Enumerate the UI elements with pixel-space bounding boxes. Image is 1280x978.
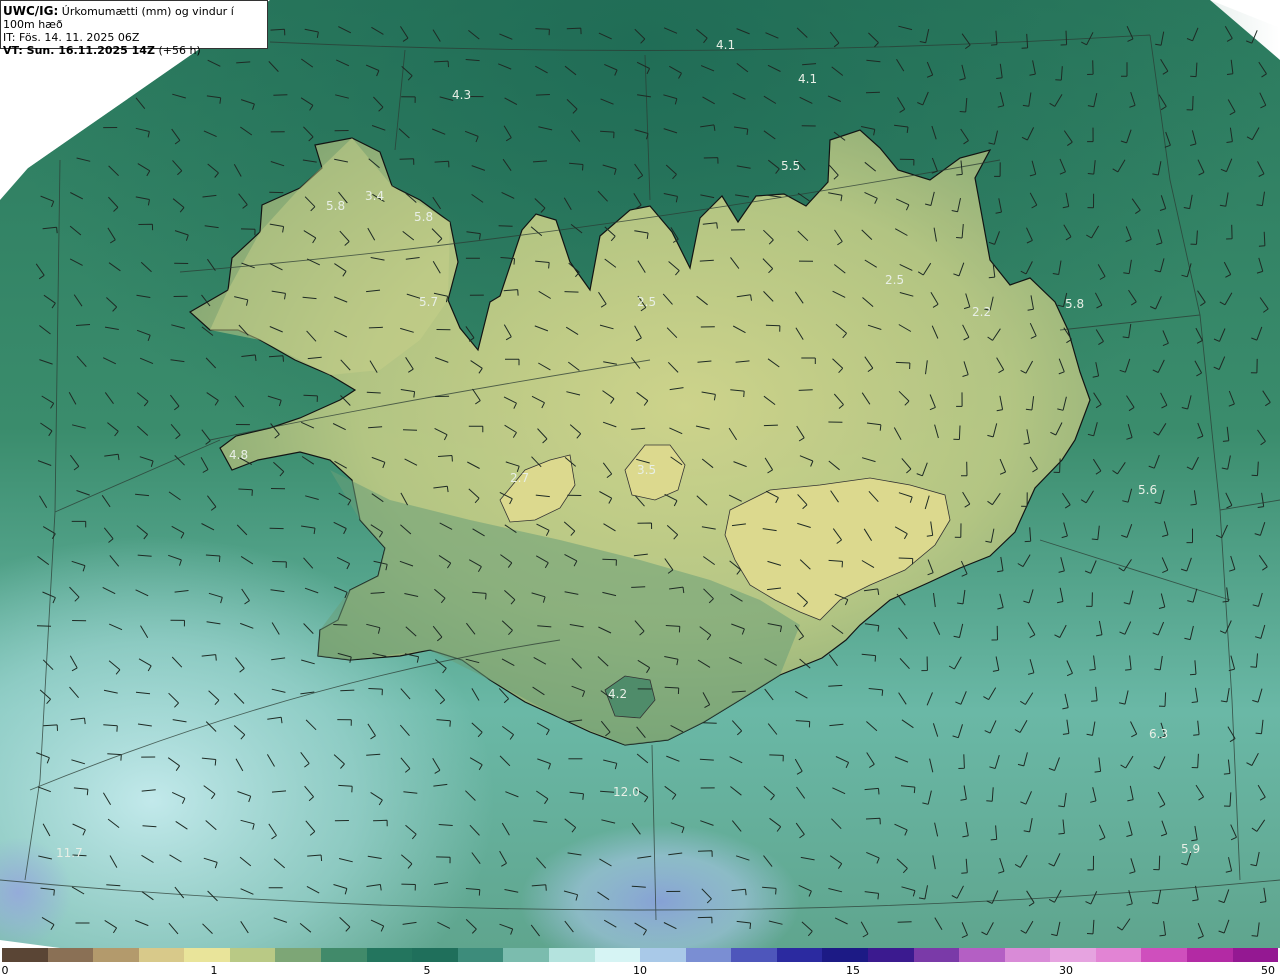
forecast-offset: (+56 h) (158, 44, 201, 57)
value-label: 2.5 (637, 295, 656, 309)
valid-time: VT: Sun. 16.11.2025 14Z (+56 h) (3, 44, 267, 57)
colorbar-swatch (229, 948, 276, 962)
value-label: 5.8 (326, 199, 345, 213)
colorbar-strip (2, 948, 1279, 962)
colorbar-swatch (959, 948, 1005, 962)
colorbar-tick: 30 (1059, 964, 1073, 977)
value-label: 3.5 (637, 463, 656, 477)
colorbar-swatch (594, 948, 641, 962)
wind-barb (865, 91, 880, 94)
wind-barb (402, 429, 418, 431)
value-label: 4.8 (229, 448, 248, 462)
wind-barb (368, 326, 383, 329)
colorbar-swatch (822, 948, 868, 962)
wind-barb (763, 424, 778, 427)
value-label: 2.5 (885, 273, 904, 287)
value-label: 5.9 (1181, 842, 1200, 856)
colorbar-swatch (366, 948, 413, 962)
map-header: UWC/IG: Úrkomumætti (mm) og vindur í 100… (0, 0, 268, 57)
valid-time-text: VT: Sun. 16.11.2025 14Z (3, 44, 155, 57)
wind-barb (498, 225, 513, 227)
value-label: 5.7 (419, 295, 438, 309)
colorbar-swatch (1050, 948, 1096, 962)
colorbar-legend: 0 1 5 10 15 30 50 (0, 948, 1280, 978)
colorbar-swatch (47, 948, 94, 962)
colorbar-tick: 5 (423, 964, 431, 977)
colorbar-tick: 50 (1261, 964, 1275, 977)
colorbar-swatch (184, 948, 230, 962)
colorbar-swatch (731, 948, 777, 962)
colorbar-swatch (2, 948, 48, 962)
wind-barb (36, 625, 52, 627)
value-label: 5.5 (781, 159, 800, 173)
colorbar-swatch (503, 948, 549, 962)
wind-barb (535, 94, 550, 96)
colorbar-swatch (93, 948, 139, 962)
wind-barb (897, 921, 912, 923)
value-label: 2.7 (510, 471, 529, 485)
colorbar-tick: 10 (633, 964, 647, 977)
colorbar-tick: 1 (210, 964, 218, 977)
colorbar-swatch (913, 948, 960, 962)
colorbar-swatch (548, 948, 595, 962)
value-label: 4.3 (452, 88, 471, 102)
value-label: 4.1 (716, 38, 735, 52)
forecast-map[interactable]: 4.1 4.1 4.3 5.5 3.4 5.8 5.8 5.7 2.5 2.5 … (0, 0, 1280, 948)
wind-barb (631, 586, 646, 588)
colorbar-swatch (685, 948, 732, 962)
colorbar-swatch (412, 948, 458, 962)
colorbar-swatch (275, 948, 322, 962)
colorbar-swatch (1004, 948, 1051, 962)
value-label: 4.1 (798, 72, 817, 86)
colorbar-swatch (640, 948, 686, 962)
value-label: 2.2 (972, 305, 991, 319)
colorbar-swatch (1187, 948, 1233, 962)
colorbar-swatch (138, 948, 185, 962)
map-canvas: 4.1 4.1 4.3 5.5 3.4 5.8 5.8 5.7 2.5 2.5 … (0, 0, 1280, 948)
value-label: 4.2 (608, 687, 627, 701)
value-label: 6.3 (1149, 727, 1168, 741)
colorbar-tick: 0 (1, 964, 9, 977)
colorbar-tick: 15 (846, 964, 860, 977)
wind-barb (273, 94, 288, 96)
value-label: 12.0 (613, 785, 640, 799)
map-title: UWC/IG: Úrkomumætti (mm) og vindur í 100… (3, 4, 267, 32)
colorbar-swatch (1232, 948, 1279, 962)
value-label: 5.8 (414, 210, 433, 224)
colorbar-swatch (1141, 948, 1188, 962)
colorbar-swatch (776, 948, 823, 962)
colorbar-swatch (321, 948, 367, 962)
model-code: UWC/IG: (3, 4, 59, 18)
initial-time: IT: Fös. 14. 11. 2025 06Z (3, 31, 140, 44)
value-label: 11.7 (56, 846, 83, 860)
value-label: 5.8 (1065, 297, 1084, 311)
colorbar-swatch (867, 948, 914, 962)
colorbar-swatch (1095, 948, 1142, 962)
wind-barb (333, 624, 348, 626)
value-label: 5.6 (1138, 483, 1157, 497)
value-label: 3.4 (365, 189, 384, 203)
wind-barb (340, 689, 355, 692)
wind-barb (798, 389, 813, 391)
colorbar-swatch (457, 948, 504, 962)
wind-barb (564, 291, 579, 293)
